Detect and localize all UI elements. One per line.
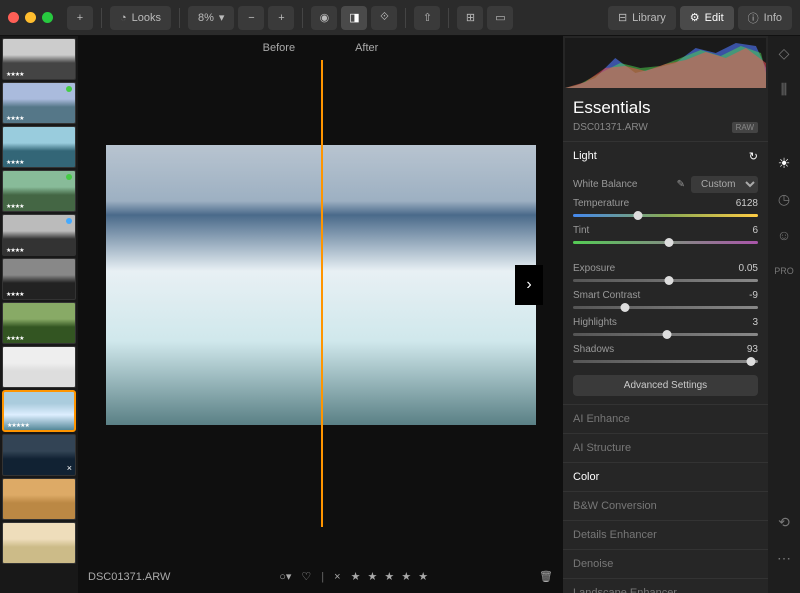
thumbnail[interactable]: ★★★★: [2, 258, 76, 300]
zoom-out[interactable]: −: [238, 6, 264, 30]
compare-header: Before After: [78, 36, 563, 60]
thumbnail[interactable]: ×: [2, 434, 76, 476]
thumbnail[interactable]: ★★★★: [2, 214, 76, 256]
slider-smart-contrast[interactable]: [573, 306, 758, 309]
add-button[interactable]: +: [67, 6, 93, 30]
thumbnail[interactable]: [2, 346, 76, 388]
section-b&w-conversion[interactable]: B&W Conversion: [563, 492, 768, 520]
creative-icon[interactable]: ◷: [775, 190, 793, 208]
section-ai-enhance[interactable]: AI Enhance: [563, 405, 768, 433]
close-window[interactable]: [8, 12, 19, 23]
canvas: Before After › DSC01371.ARW ○▾ ♡ | × ★ ★…: [78, 36, 563, 593]
section-details-enhancer[interactable]: Details Enhancer: [563, 521, 768, 549]
slider-temperature[interactable]: [573, 214, 758, 217]
panel-title: Essentials: [563, 90, 768, 122]
layers-icon[interactable]: ◇: [775, 44, 793, 62]
raw-badge: RAW: [732, 122, 758, 133]
tab-edit[interactable]: ⚙ Edit: [680, 6, 734, 30]
thumbnail[interactable]: ★★★★: [2, 302, 76, 344]
zoom-in[interactable]: +: [268, 6, 294, 30]
looks-icon: ◔: [120, 12, 127, 24]
thumbnail[interactable]: [2, 478, 76, 520]
zoom-level[interactable]: 8% ▾: [188, 6, 234, 30]
history-icon[interactable]: ⟲: [775, 513, 793, 531]
rating-stars[interactable]: ★ ★ ★ ★ ★: [351, 570, 431, 583]
compare-split-line[interactable]: [321, 60, 323, 527]
advanced-settings-button[interactable]: Advanced Settings: [573, 375, 758, 396]
next-button[interactable]: ›: [515, 265, 543, 305]
reset-icon[interactable]: ↻: [749, 150, 758, 163]
section-light[interactable]: Light ↻: [563, 142, 768, 171]
preview-icon[interactable]: ◉: [311, 6, 337, 30]
thumbnail[interactable]: [2, 522, 76, 564]
compare-icon[interactable]: ◨: [341, 6, 367, 30]
toolbar: + ◔ Looks 8% ▾ − + ◉ ◨ ⟐ ⇧ ⊞ ▭ ⊟ Library…: [0, 0, 800, 36]
tag-icon[interactable]: ○▾: [279, 570, 291, 583]
eyedropper-icon[interactable]: ✎: [677, 179, 685, 190]
thumbnail[interactable]: ★★★★: [2, 126, 76, 168]
portrait-icon[interactable]: ☺: [775, 226, 793, 244]
favorite-icon[interactable]: ♡: [301, 570, 311, 583]
looks-button[interactable]: ◔ Looks: [110, 6, 171, 30]
panel-filename: DSC01371.ARW: [573, 122, 648, 133]
section-denoise[interactable]: Denoise: [563, 550, 768, 578]
trash-icon[interactable]: 🗑: [539, 570, 553, 583]
section-ai-structure[interactable]: AI Structure: [563, 434, 768, 462]
thumbnail[interactable]: ★★★★: [2, 170, 76, 212]
canvas-footer: DSC01371.ARW ○▾ ♡ | × ★ ★ ★ ★ ★ 🗑: [78, 560, 563, 593]
section-landscape-enhancer[interactable]: Landscape Enhancer: [563, 579, 768, 593]
after-label: After: [355, 42, 378, 54]
crop-icon[interactable]: ⟐: [371, 6, 397, 30]
more-icon[interactable]: ⋯: [775, 549, 793, 567]
levels-icon[interactable]: ⫼: [775, 80, 793, 98]
thumbnail[interactable]: ★★★★: [2, 38, 76, 80]
maximize-window[interactable]: [42, 12, 53, 23]
thumbnail[interactable]: ★★★★: [2, 82, 76, 124]
thumbnail[interactable]: ★★★★★: [2, 390, 76, 432]
section-color[interactable]: Color: [563, 463, 768, 491]
thumbnail-strip[interactable]: ★★★★★★★★★★★★★★★★★★★★★★★★★★★★★★★★★×: [0, 36, 78, 593]
slider-highlights[interactable]: [573, 333, 758, 336]
pro-icon[interactable]: PRO: [775, 262, 793, 280]
reject-icon[interactable]: ×: [334, 571, 340, 583]
grid-icon[interactable]: ⊞: [457, 6, 483, 30]
slider-exposure[interactable]: [573, 279, 758, 282]
share-icon[interactable]: ⇧: [414, 6, 440, 30]
essentials-icon[interactable]: ☀: [775, 154, 793, 172]
edit-panel: Essentials DSC01371.ARW RAW Light ↻ Whit…: [563, 36, 768, 593]
before-label: Before: [263, 42, 295, 54]
slider-tint[interactable]: [573, 241, 758, 244]
tab-info[interactable]: ⓘ Info: [738, 6, 792, 30]
tool-rail: ◇ ⫼ ☀ ◷ ☺ PRO ⟲ ⋯: [768, 36, 800, 593]
minimize-window[interactable]: [25, 12, 36, 23]
tab-library[interactable]: ⊟ Library: [608, 6, 676, 30]
filename: DSC01371.ARW: [88, 571, 170, 583]
wb-mode-select[interactable]: Custom: [691, 176, 758, 193]
slider-shadows[interactable]: [573, 360, 758, 363]
histogram[interactable]: [565, 38, 766, 88]
window-controls: [8, 12, 53, 23]
single-icon[interactable]: ▭: [487, 6, 513, 30]
